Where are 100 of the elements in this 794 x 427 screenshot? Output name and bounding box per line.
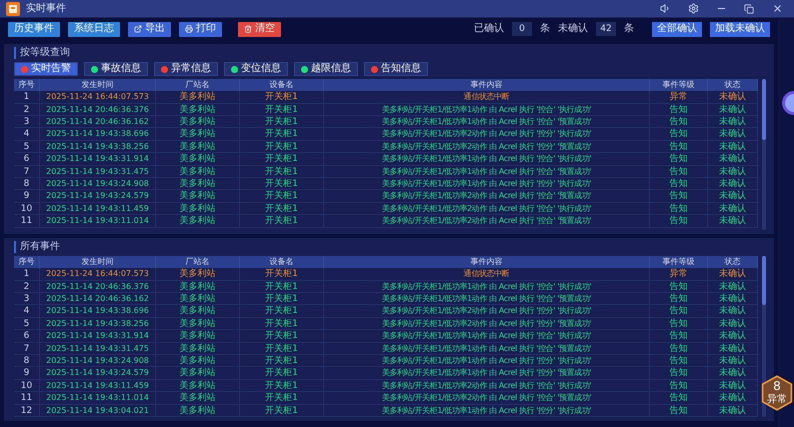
table-cell: 未确认 [708,178,758,190]
table-cell: 2025-11-14 19:43:11.459 [40,202,156,215]
table-row[interactable]: 5 2025-11-14 19:43:38.256 美多利站 开关柜1 美多利站/开关柜1/低功率2动作 由 Acrel 执行 '控分' '预置成功' 告知 未确认 [14,140,758,154]
table-cell: 告知 [650,116,708,128]
table-cell: 未确认 [708,128,758,140]
table-cell: 3 [14,293,40,306]
panel-title: 所有事件 [14,241,60,254]
table-row[interactable]: 11 2025-11-14 19:43:11.014 美多利站 开关柜1 美多利站/开关柜1/低功率2动作 由 Acrel 执行 '控合' '预置成功' 告知 未确认 [14,215,758,228]
table-cell: 未确认 [708,318,758,330]
table-cell: 未确认 [708,330,758,342]
table-row[interactable]: 4 2025-11-14 19:43:38.696 美多利站 开关柜1 美多利站/开关柜1/低功率2动作 由 Acrel 执行 '控分' '执行成功' 告知 未确认 [14,305,758,318]
level-filter-button[interactable]: 变位信息 [224,62,288,76]
table-cell: 未确认 [708,367,758,380]
table-cell: 告知 [650,104,708,116]
level-filter-button[interactable]: 异常信息 [154,62,218,76]
table-cell: 未确认 [708,104,758,116]
table-cell: 美多利站/开关柜1/低功率2动作 由 Acrel 执行 '控合' '执行成功' [324,380,650,392]
table-cell: 1 [14,91,40,104]
table-cell: 2025-11-14 19:43:11.014 [40,215,156,228]
table-cell: 10 [14,202,40,215]
table-cell: 美多利站 [156,104,240,116]
table-row[interactable]: 1 2025-11-24 16:44:07.573 美多利站 开关柜1 通信状态中断 异常 未确认 [14,268,758,281]
table-cell: 开关柜1 [240,268,324,280]
table-cell: 美多利站 [156,190,240,202]
table-row[interactable]: 6 2025-11-14 19:43:31.914 美多利站 开关柜1 美多利站/开关柜1/低功率1动作 由 Acrel 执行 '控合' '执行成功' 告知 未确认 [14,153,758,166]
table-row[interactable]: 12 2025-11-14 19:43:04.021 美多利站 开关柜1 美多利站/开关柜1/低功率1动作 由 Acrel 执行 '控分' '执行成功' 告知 未确认 [14,404,758,417]
toolbar-button[interactable]: 打印 [179,22,222,37]
table-cell: 告知 [650,202,708,215]
table-cell: 美多利站/开关柜1/低功率1动作 由 Acrel 执行 '控合' '预置成功' [324,342,650,355]
table-cell: 2025-11-14 19:43:11.014 [40,392,156,404]
table-cell: 8 [14,178,40,190]
table-cell: 美多利站 [156,404,240,417]
toolbar-button[interactable]: 历史事件 [8,22,60,37]
table-cell: 开关柜1 [240,91,324,104]
table-row[interactable]: 1 2025-11-24 16:44:07.573 美多利站 开关柜1 通信状态中断 异常 未确认 [14,91,758,104]
table-cell: 告知 [650,166,708,178]
table-cell: 2 [14,280,40,293]
table-cell: 美多利站/开关柜1/低功率1动作 由 Acrel 执行 '控合' '预置成功' [324,116,650,128]
table-row[interactable]: 7 2025-11-14 19:43:31.475 美多利站 开关柜1 美多利站/开关柜1/低功率1动作 由 Acrel 执行 '控合' '预置成功' 告知 未确认 [14,166,758,178]
table-row[interactable]: 9 2025-11-14 19:43:24.579 美多利站 开关柜1 美多利站/开关柜1/低功率2动作 由 Acrel 执行 '控合' '预置成功' 告知 未确认 [14,190,758,203]
table-cell: 开关柜1 [240,202,324,215]
level-filter-button[interactable]: 实时告警 [14,62,78,76]
table-cell: 2025-11-14 19:43:24.908 [40,178,156,190]
table-cell: 2025-11-14 20:46:36.162 [40,293,156,306]
table-cell: 美多利站 [156,367,240,380]
table-cell: 开关柜1 [240,355,324,368]
table-cell: 未确认 [708,392,758,404]
table-row[interactable]: 2 2025-11-14 20:46:36.376 美多利站 开关柜1 美多利站/开关柜1/低功率1动作 由 Acrel 执行 '控合' '执行成功' 告知 未确认 [14,280,758,294]
table-cell: 美多利站/开关柜1/低功率1动作 由 Acrel 执行 '控分' '执行成功' [324,178,650,190]
table-row[interactable]: 2 2025-11-14 20:46:36.376 美多利站 开关柜1 美多利站/开关柜1/低功率1动作 由 Acrel 执行 '控合' '执行成功' 告知 未确认 [14,104,758,116]
table-row[interactable]: 3 2025-11-14 20:46:36.162 美多利站 开关柜1 美多利站/开关柜1/低功率1动作 由 Acrel 执行 '控合' '预置成功' 告知 未确认 [14,116,758,128]
table-row[interactable]: 10 2025-11-14 19:43:11.459 美多利站 开关柜1 美多利站/开关柜1/低功率2动作 由 Acrel 执行 '控合' '执行成功' 告知 未确认 [14,380,758,392]
toolbar-button[interactable]: 清空 [238,22,281,37]
table-cell: 美多利站/开关柜1/低功率1动作 由 Acrel 执行 '控合' '执行成功' [324,280,650,293]
table-cell: 通信状态中断 [324,91,650,104]
table-cell: 美多利站 [156,293,240,306]
table-cell: 2025-11-14 20:46:36.162 [40,116,156,128]
confirm-button[interactable]: 全部确认 [652,22,702,37]
table-cell: 告知 [650,367,708,380]
level-filter-button[interactable]: 告知信息 [364,62,428,76]
table-cell: 异常 [650,91,708,104]
table-row[interactable]: 9 2025-11-14 19:43:24.579 美多利站 开关柜1 美多利站/开关柜1/低功率1动作 由 Acrel 执行 '控分' '预置成功' 告知 未确认 [14,367,758,380]
confirm-button[interactable]: 加载未确认 [710,22,770,37]
level-filter-button[interactable]: 事故信息 [84,62,148,76]
table-cell: 未确认 [708,153,758,166]
toolbar-button[interactable]: 系统日志 [68,22,120,37]
table-row[interactable]: 10 2025-11-14 19:43:11.459 美多利站 开关柜1 美多利站/开关柜1/低功率2动作 由 Acrel 执行 '控合' '执行成功' 告知 未确认 [14,202,758,216]
table-cell: 2025-11-14 19:43:31.914 [40,330,156,342]
table-row[interactable]: 7 2025-11-14 19:43:31.475 美多利站 开关柜1 美多利站/开关柜1/低功率1动作 由 Acrel 执行 '控合' '预置成功' 告知 未确认 [14,342,758,356]
table-cell: 美多利站/开关柜1/低功率2动作 由 Acrel 执行 '控合' '预置成功' [324,392,650,404]
table-cell: 美多利站 [156,392,240,404]
table-row[interactable]: 5 2025-11-14 19:43:38.256 美多利站 开关柜1 美多利站/开关柜1/低功率2动作 由 Acrel 执行 '控分' '预置成功' 告知 未确认 [14,318,758,330]
column-header: 设备名 [240,256,324,268]
unconfirmed-label: 未确认 [558,23,588,36]
table-cell: 2025-11-14 20:46:36.376 [40,280,156,293]
alarm-count-badge[interactable]: 8 异常 [761,375,793,411]
table-cell: 告知 [650,404,708,417]
table-row[interactable]: 4 2025-11-14 19:43:38.696 美多利站 开关柜1 美多利站/开关柜1/低功率2动作 由 Acrel 执行 '控分' '执行成功' 告知 未确认 [14,128,758,141]
badge-label: 异常 [766,394,788,406]
table-cell: 告知 [650,318,708,330]
toolbar-button[interactable]: 导出 [128,22,171,37]
table-row[interactable]: 6 2025-11-14 19:43:31.914 美多利站 开关柜1 美多利站/开关柜1/低功率1动作 由 Acrel 执行 '控合' '执行成功' 告知 未确认 [14,330,758,343]
table-row[interactable]: 8 2025-11-14 19:43:24.908 美多利站 开关柜1 美多利站/开关柜1/低功率1动作 由 Acrel 执行 '控分' '执行成功' 告知 未确认 [14,178,758,190]
table-cell: 告知 [650,342,708,355]
table-cell: 2025-11-14 19:43:31.914 [40,153,156,166]
table-cell: 美多利站 [156,116,240,128]
table-cell: 美多利站/开关柜1/低功率1动作 由 Acrel 执行 '控分' '预置成功' [324,367,650,380]
table-cell: 美多利站 [156,280,240,293]
scrollbar[interactable] [762,79,766,230]
column-header: 事件等级 [650,256,708,268]
column-header: 序号 [14,79,40,92]
table-cell: 未确认 [708,268,758,280]
table-cell: 美多利站 [156,91,240,104]
table-cell: 4 [14,128,40,140]
table-cell: 6 [14,153,40,166]
table-cell: 美多利站 [156,215,240,228]
table-row[interactable]: 3 2025-11-14 20:46:36.162 美多利站 开关柜1 美多利站/开关柜1/低功率1动作 由 Acrel 执行 '控合' '预置成功' 告知 未确认 [14,293,758,306]
table-row[interactable]: 11 2025-11-14 19:43:11.014 美多利站 开关柜1 美多利站/开关柜1/低功率2动作 由 Acrel 执行 '控合' '预置成功' 告知 未确认 [14,392,758,405]
level-filter-button[interactable]: 越限信息 [294,62,358,76]
table-row[interactable]: 8 2025-11-14 19:43:24.908 美多利站 开关柜1 美多利站/开关柜1/低功率1动作 由 Acrel 执行 '控分' '执行成功' 告知 未确认 [14,355,758,368]
